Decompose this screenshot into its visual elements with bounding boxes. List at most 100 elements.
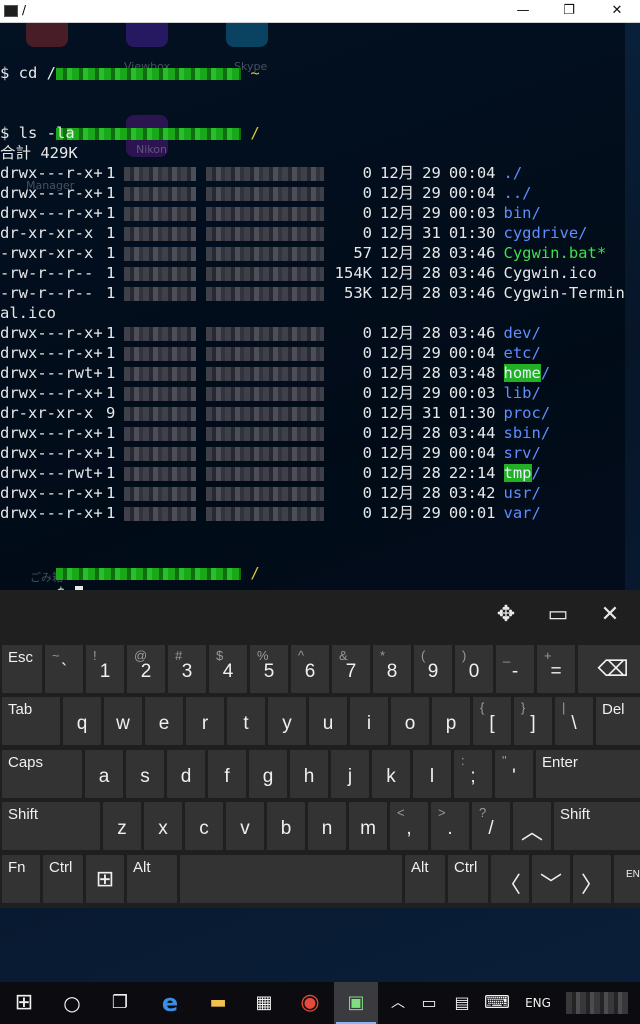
- key-lbracket[interactable]: {[: [473, 697, 511, 745]
- key-right[interactable]: 〉: [573, 855, 611, 903]
- touch-keyboard-icon[interactable]: ⌨: [482, 982, 512, 1024]
- key-b[interactable]: b: [267, 802, 305, 850]
- file-explorer-icon[interactable]: ▬: [196, 982, 240, 1024]
- key-w[interactable]: w: [104, 697, 142, 745]
- tray-expand-icon[interactable]: ︿: [386, 982, 410, 1024]
- key-9[interactable]: (9: [414, 645, 452, 693]
- key-c[interactable]: c: [185, 802, 223, 850]
- key-ralt[interactable]: Alt: [405, 855, 445, 903]
- key-h[interactable]: h: [290, 750, 328, 798]
- close-window-button[interactable]: ✕: [594, 0, 640, 22]
- key-s[interactable]: s: [126, 750, 164, 798]
- key-enter[interactable]: Enter: [536, 750, 640, 798]
- file-month: 12月: [380, 484, 415, 502]
- key-8[interactable]: * 8: [373, 645, 411, 693]
- key-tab[interactable]: Tab: [2, 697, 60, 745]
- key-i[interactable]: i: [350, 697, 388, 745]
- edge-icon[interactable]: e: [148, 982, 192, 1024]
- key-quote[interactable]: " ': [495, 750, 533, 798]
- key-fn[interactable]: Fn: [2, 855, 40, 903]
- key-6[interactable]: ^ 6: [291, 645, 329, 693]
- key-semicolon[interactable]: :;: [454, 750, 492, 798]
- key-rbracket[interactable]: }]: [514, 697, 552, 745]
- key-char: v: [240, 818, 250, 839]
- key-y[interactable]: y: [268, 697, 306, 745]
- terminal-taskbar-icon[interactable]: ▣: [334, 982, 378, 1024]
- key-t[interactable]: t: [227, 697, 265, 745]
- file-day: 29: [422, 344, 441, 362]
- key-char: 2: [140, 661, 152, 682]
- redacted-clock[interactable]: [566, 992, 628, 1014]
- key-minus[interactable]: _ -: [496, 645, 534, 693]
- key-j[interactable]: j: [331, 750, 369, 798]
- redacted-owner: [124, 466, 196, 481]
- input-line[interactable]: $: [0, 563, 83, 590]
- key-m[interactable]: m: [349, 802, 387, 850]
- key-win[interactable]: ⊞: [86, 855, 124, 903]
- key-a[interactable]: a: [85, 750, 123, 798]
- language-indicator[interactable]: ENG: [518, 982, 558, 1024]
- key-u[interactable]: u: [309, 697, 347, 745]
- key-lalt[interactable]: Alt: [127, 855, 177, 903]
- key-r[interactable]: r: [186, 697, 224, 745]
- keyboard-move-icon[interactable]: ✥: [490, 600, 522, 630]
- key-x[interactable]: x: [144, 802, 182, 850]
- key-period[interactable]: >.: [431, 802, 469, 850]
- key-k[interactable]: k: [372, 750, 410, 798]
- touch-keyboard: ✥ ▭ ✕ Esc ~ `! 1 @2 #3 $4% 5 ^ 6 & 7 * 8(9) 0 _ - + = ⌫ Tab q…: [0, 590, 640, 908]
- key-backspace[interactable]: ⌫: [578, 645, 640, 693]
- listing-row: drwx---rwt+ 1 0 12月 28 22:14 tmp/: [0, 463, 541, 483]
- keyboard-close-icon[interactable]: ✕: [594, 600, 626, 630]
- key-1[interactable]: ! 1: [86, 645, 124, 693]
- key-0[interactable]: ) 0: [455, 645, 493, 693]
- link-count: 1: [106, 424, 116, 442]
- key-lang[interactable]: ENG: [614, 855, 640, 903]
- key-space[interactable]: [180, 855, 402, 903]
- search-icon[interactable]: ○: [50, 982, 94, 1024]
- key-slash[interactable]: ? /: [472, 802, 510, 850]
- key-backtick[interactable]: ~ `: [45, 645, 83, 693]
- key-f[interactable]: f: [208, 750, 246, 798]
- key-comma[interactable]: <,: [390, 802, 428, 850]
- file-permissions: drwx---r-x+: [0, 484, 103, 502]
- battery-icon[interactable]: ▭: [416, 982, 442, 1024]
- key-left[interactable]: 〈: [491, 855, 529, 903]
- key-5[interactable]: % 5: [250, 645, 288, 693]
- start-icon[interactable]: ⊞: [2, 982, 46, 1024]
- key-l[interactable]: l: [413, 750, 451, 798]
- key-esc[interactable]: Esc: [2, 645, 42, 693]
- key-del[interactable]: Del: [596, 697, 640, 745]
- key-4[interactable]: $4: [209, 645, 247, 693]
- key-7[interactable]: & 7: [332, 645, 370, 693]
- key-backslash[interactable]: | \: [555, 697, 593, 745]
- key-rshift[interactable]: Shift: [554, 802, 640, 850]
- key-lctrl[interactable]: Ctrl: [43, 855, 83, 903]
- key-v[interactable]: v: [226, 802, 264, 850]
- key-g[interactable]: g: [249, 750, 287, 798]
- key-up[interactable]: ︿: [513, 802, 551, 850]
- minimize-button[interactable]: —: [500, 0, 546, 22]
- file-month: 12月: [380, 224, 415, 242]
- keyboard-dock-icon[interactable]: ▭: [542, 600, 574, 630]
- key-n[interactable]: n: [308, 802, 346, 850]
- action-center-icon[interactable]: ▤: [448, 982, 476, 1024]
- key-caps[interactable]: Caps: [2, 750, 82, 798]
- key-2[interactable]: @2: [127, 645, 165, 693]
- maximize-button[interactable]: ❐: [546, 0, 592, 22]
- task-view-icon[interactable]: ❐: [98, 982, 142, 1024]
- key-lshift[interactable]: Shift: [2, 802, 100, 850]
- key-d[interactable]: d: [167, 750, 205, 798]
- store-icon[interactable]: ▦: [242, 982, 286, 1024]
- key-rctrl[interactable]: Ctrl: [448, 855, 488, 903]
- terminal-window[interactable]: Viewbox Skype Nikon Manager ごみ箱 ~ $ cd /…: [0, 23, 625, 590]
- key-3[interactable]: #3: [168, 645, 206, 693]
- key-equals[interactable]: + =: [537, 645, 575, 693]
- key-o[interactable]: o: [391, 697, 429, 745]
- file-permissions: dr-xr-xr-x: [0, 404, 94, 422]
- key-q[interactable]: q: [63, 697, 101, 745]
- key-z[interactable]: z: [103, 802, 141, 850]
- key-e[interactable]: e: [145, 697, 183, 745]
- key-down[interactable]: ﹀: [532, 855, 570, 903]
- key-p[interactable]: p: [432, 697, 470, 745]
- chrome-icon[interactable]: ◉: [288, 982, 332, 1024]
